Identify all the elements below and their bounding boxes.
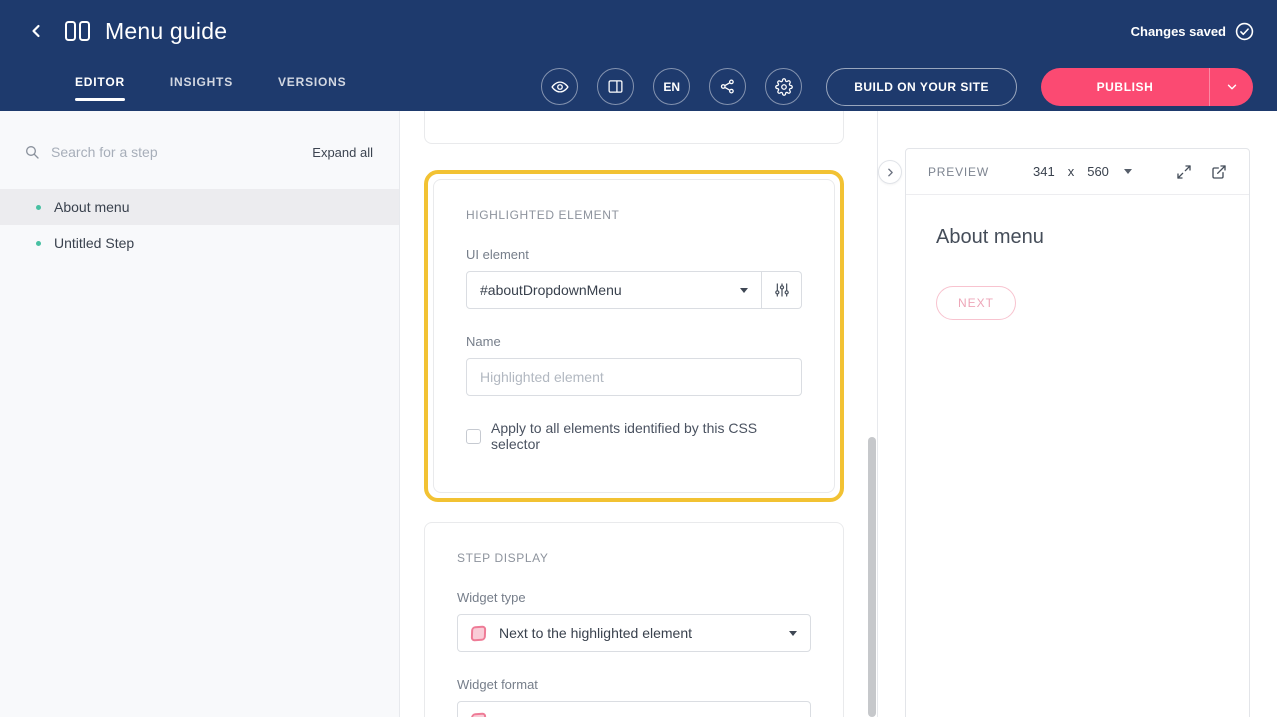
preview-area: PREVIEW 341 x 560 [878, 111, 1277, 717]
gear-icon [775, 78, 793, 96]
publish-button-group: PUBLISH [1041, 68, 1253, 106]
tab-editor[interactable]: EDITOR [75, 62, 125, 111]
widget-type-label: Widget type [457, 590, 811, 605]
chevron-right-icon [884, 166, 897, 179]
publish-dropdown-button[interactable] [1209, 68, 1253, 106]
preview-header: PREVIEW 341 x 560 [906, 149, 1249, 195]
chevron-down-icon [740, 288, 748, 293]
chevron-down-icon [1225, 80, 1239, 94]
apply-all-checkbox-label: Apply to all elements identified by this… [491, 420, 802, 452]
highlighted-element-card: HIGHLIGHTED ELEMENT UI element #aboutDro… [433, 179, 835, 493]
preview-eye-button[interactable] [541, 68, 578, 105]
step-dot-icon [36, 241, 41, 246]
widget-type-select-value: Next to the highlighted element [499, 625, 692, 641]
widget-shape-icon [471, 712, 486, 717]
layout-panel-button[interactable] [597, 68, 634, 105]
editor-content-column: HIGHLIGHTED ELEMENT UI element #aboutDro… [424, 111, 844, 717]
publish-button[interactable]: PUBLISH [1041, 68, 1209, 106]
share-icon [719, 78, 736, 95]
preview-widget-body: About menu NEXT [906, 195, 1249, 351]
share-button[interactable] [709, 68, 746, 105]
settings-button[interactable] [765, 68, 802, 105]
chevron-down-icon [1124, 169, 1132, 174]
widget-format-select-left [471, 713, 486, 717]
highlighted-element-name-input[interactable] [466, 358, 802, 396]
widget-type-select[interactable]: Next to the highlighted element [457, 614, 811, 652]
page-title: Menu guide [105, 18, 227, 45]
tab-insights[interactable]: INSIGHTS [170, 62, 233, 111]
chevron-down-icon [789, 631, 797, 636]
preview-size-separator: x [1068, 164, 1075, 179]
language-button[interactable]: EN [653, 68, 690, 105]
widget-format-label: Widget format [457, 677, 811, 692]
step-item-label: About menu [54, 199, 130, 215]
preview-width-value: 341 [1033, 164, 1055, 179]
widget-format-select[interactable] [457, 701, 811, 717]
header-tabs: EDITOR INSIGHTS VERSIONS [75, 62, 346, 111]
changes-saved-label: Changes saved [1131, 24, 1226, 39]
search-icon [24, 144, 40, 160]
sliders-icon [774, 282, 790, 298]
preview-card: PREVIEW 341 x 560 [905, 148, 1250, 717]
app-header: Menu guide Changes saved EDITOR INSIGHTS… [0, 0, 1277, 111]
step-item-untitled-step[interactable]: Untitled Step [0, 225, 399, 261]
expand-all-link[interactable]: Expand all [312, 145, 373, 160]
step-display-card: STEP DISPLAY Widget type Next to the hig… [424, 522, 844, 717]
preview-step-title: About menu [936, 226, 1219, 249]
back-button[interactable] [23, 18, 49, 44]
ui-element-select-value: #aboutDropdownMenu [480, 282, 622, 298]
step-item-about-menu[interactable]: About menu [0, 189, 399, 225]
preview-next-button[interactable]: NEXT [936, 286, 1016, 320]
external-link-icon [1211, 164, 1227, 180]
widget-type-select-left: Next to the highlighted element [471, 625, 692, 641]
chevron-left-icon [26, 21, 46, 41]
step-item-label: Untitled Step [54, 235, 134, 251]
expand-icon [1176, 164, 1192, 180]
editor-scrollbar[interactable] [868, 437, 876, 717]
step-editor-panel: HIGHLIGHTED ELEMENT UI element #aboutDro… [400, 111, 878, 717]
section-title: STEP DISPLAY [457, 551, 811, 565]
app-body: Expand all About menu Untitled Step HIGH… [0, 111, 1277, 717]
ui-element-select-row: #aboutDropdownMenu [466, 271, 802, 309]
steps-sidebar: Expand all About menu Untitled Step [0, 111, 400, 717]
check-circle-icon [1235, 22, 1254, 41]
preview-size-dropdown[interactable]: 341 x 560 [1033, 164, 1132, 179]
build-on-your-site-button[interactable]: BUILD ON YOUR SITE [826, 68, 1017, 106]
preview-header-actions [1176, 164, 1227, 180]
highlighted-section-ring: HIGHLIGHTED ELEMENT UI element #aboutDro… [424, 170, 844, 502]
element-selector-settings-button[interactable] [762, 271, 802, 309]
apply-all-checkbox-row: Apply to all elements identified by this… [466, 420, 802, 452]
step-search-input[interactable] [51, 144, 301, 160]
name-label: Name [466, 334, 802, 349]
ui-element-label: UI element [466, 247, 802, 262]
preview-height-value: 560 [1087, 164, 1109, 179]
step-list: About menu Untitled Step [0, 189, 399, 261]
app-logo-icon [64, 18, 92, 44]
expand-preview-button[interactable] [1176, 164, 1192, 180]
previous-card-partial [424, 111, 844, 144]
apply-all-checkbox[interactable] [466, 429, 481, 444]
ui-element-select[interactable]: #aboutDropdownMenu [466, 271, 762, 309]
header-actions: EN BUILD ON YOUR SITE PUBLISH [541, 62, 1253, 111]
header-top-row: Menu guide Changes saved [0, 0, 1277, 62]
changes-saved-status: Changes saved [1131, 22, 1254, 41]
layout-panel-icon [607, 78, 624, 95]
collapse-preview-button[interactable] [878, 160, 902, 184]
tab-versions[interactable]: VERSIONS [278, 62, 346, 111]
widget-shape-icon [471, 625, 486, 641]
step-search-row: Expand all [0, 132, 399, 172]
step-dot-icon [36, 205, 41, 210]
section-title: HIGHLIGHTED ELEMENT [466, 208, 802, 222]
preview-label: PREVIEW [928, 165, 989, 179]
open-preview-external-button[interactable] [1211, 164, 1227, 180]
header-toolbar-row: EDITOR INSIGHTS VERSIONS EN [0, 62, 1277, 111]
eye-icon [551, 78, 569, 96]
